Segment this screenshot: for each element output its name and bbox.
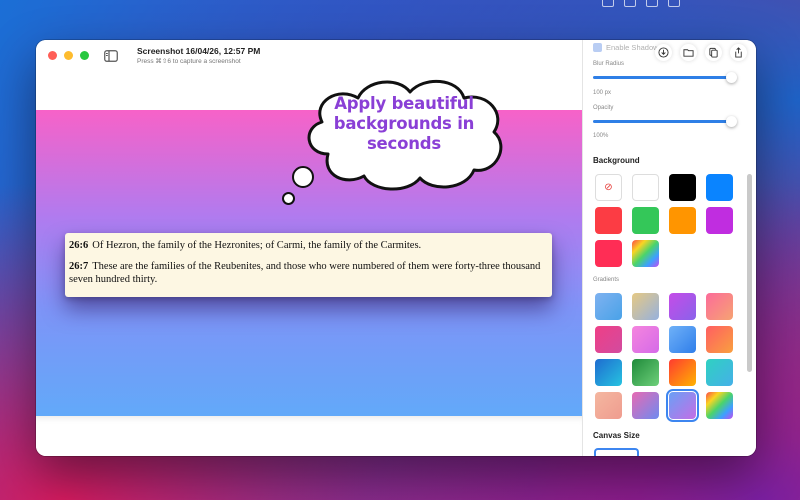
copy-button[interactable]	[705, 44, 722, 61]
settings-panel: Enable Shadow Blur Radius 100 px Opacity…	[582, 40, 756, 456]
document-card: 26:6 Of Hezron, the family of the Hezroni…	[65, 233, 552, 297]
blur-radius-slider[interactable]	[593, 72, 737, 83]
traffic-lights	[48, 51, 89, 60]
share-button[interactable]	[730, 44, 747, 61]
download-button[interactable]	[655, 44, 672, 61]
menubar-icons	[602, 0, 680, 7]
color-swatch[interactable]	[632, 207, 659, 234]
gradient-swatch[interactable]	[595, 326, 622, 353]
thought-puff-small	[282, 192, 295, 205]
sidebar-icon	[104, 50, 118, 62]
app-window: Screenshot 16/04/26, 12:57 PM Press ⌘⇧6 …	[36, 40, 756, 456]
gradient-swatch[interactable]	[666, 389, 699, 422]
folder-button[interactable]	[680, 44, 697, 61]
blur-radius-label: Blur Radius	[593, 61, 625, 67]
background-title: Background	[593, 156, 640, 165]
canvas-footer	[36, 416, 582, 456]
share-icon	[735, 47, 742, 58]
verse-26-6: 26:6 Of Hezron, the family of the Hezroni…	[69, 239, 548, 252]
color-swatch[interactable]	[669, 207, 696, 234]
color-swatch[interactable]	[595, 240, 622, 267]
gradient-swatch[interactable]	[632, 392, 659, 419]
folder-icon	[683, 49, 694, 57]
opacity-label: Opacity	[593, 105, 614, 111]
gradient-swatch[interactable]	[706, 359, 733, 386]
gradient-swatch[interactable]	[632, 293, 659, 320]
gradient-swatch[interactable]	[706, 326, 733, 353]
gradient-swatch[interactable]	[706, 392, 733, 419]
bubble-text: Apply beautiful backgrounds in seconds	[333, 94, 475, 153]
enable-shadow-option[interactable]: Enable Shadow	[593, 43, 659, 52]
gradient-swatch[interactable]	[706, 293, 733, 320]
verse-number: 26:7	[69, 261, 89, 272]
verse-text: These are the families of the Reubenites…	[69, 261, 541, 285]
color-swatch[interactable]	[706, 207, 733, 234]
window-subtitle: Press ⌘⇧6 to capture a screenshot	[137, 58, 241, 65]
background-swatches: ⊘	[595, 174, 733, 267]
opacity-value: 100%	[593, 133, 609, 139]
verse-number: 26:6	[69, 240, 89, 251]
opacity-slider[interactable]	[593, 116, 737, 127]
enable-shadow-label: Enable Shadow	[606, 43, 659, 52]
panel-toolbar	[655, 44, 747, 61]
gradient-swatch[interactable]	[595, 392, 622, 419]
verse-26-7: 26:7 These are the families of the Reuben…	[69, 260, 548, 286]
thought-puff-large	[292, 166, 314, 188]
minimize-button[interactable]	[64, 51, 73, 60]
blur-radius-value: 100 px	[593, 90, 612, 96]
verse-text: Of Hezron, the family of the Hezronites;…	[92, 240, 422, 251]
enable-shadow-checkbox[interactable]	[593, 43, 602, 52]
sidebar-toggle-button[interactable]	[100, 47, 122, 65]
thought-bubble: Apply beautiful backgrounds in seconds	[298, 76, 510, 194]
gradient-swatch[interactable]	[669, 359, 696, 386]
gradient-swatch[interactable]	[632, 326, 659, 353]
opacity-knob[interactable]	[726, 116, 737, 127]
close-button[interactable]	[48, 51, 57, 60]
gradient-swatch[interactable]	[632, 359, 659, 386]
color-swatch[interactable]	[632, 174, 659, 201]
color-swatch[interactable]	[595, 207, 622, 234]
copy-icon	[709, 47, 718, 58]
gradients-label: Gradients	[593, 277, 620, 283]
gradient-swatch[interactable]	[595, 293, 622, 320]
color-swatch[interactable]	[669, 174, 696, 201]
gradient-swatches	[595, 293, 733, 422]
no-background-swatch[interactable]: ⊘	[595, 174, 622, 201]
blur-radius-knob[interactable]	[726, 72, 737, 83]
rainbow-swatch[interactable]	[632, 240, 659, 267]
zoom-button[interactable]	[80, 51, 89, 60]
panel-scrollbar[interactable]	[747, 174, 752, 372]
gradient-swatch[interactable]	[669, 326, 696, 353]
color-swatch[interactable]	[706, 174, 733, 201]
gradient-swatch[interactable]	[595, 359, 622, 386]
window-title: Screenshot 16/04/26, 12:57 PM	[137, 46, 261, 56]
canvas-size-option[interactable]	[594, 448, 639, 456]
gradient-swatch[interactable]	[669, 293, 696, 320]
download-icon	[658, 47, 669, 58]
canvas-size-title: Canvas Size	[593, 431, 640, 440]
